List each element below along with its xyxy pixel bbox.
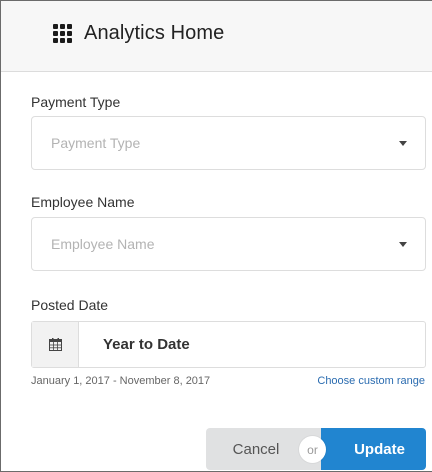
employee-name-placeholder: Employee Name: [51, 236, 155, 252]
panel-header: Analytics Home: [1, 1, 432, 72]
update-button[interactable]: Update: [321, 428, 426, 470]
date-icon-cell: [32, 322, 79, 367]
posted-date-value: Year to Date: [103, 336, 190, 353]
employee-name-label: Employee Name: [31, 194, 135, 210]
date-range-text: January 1, 2017 - November 8, 2017: [31, 375, 211, 387]
payment-type-placeholder: Payment Type: [51, 135, 141, 151]
posted-date-label: Posted Date: [31, 297, 109, 313]
payment-type-label: Payment Type: [31, 94, 121, 110]
calendar-icon: [48, 338, 62, 351]
payment-type-dropdown[interactable]: Payment Type: [31, 116, 426, 170]
or-divider: or: [299, 436, 326, 463]
grid-icon[interactable]: [53, 24, 73, 44]
choose-custom-range-link[interactable]: Choose custom range: [317, 375, 425, 387]
caret-down-icon: [399, 141, 407, 146]
posted-date-picker[interactable]: Year to Date: [31, 321, 426, 368]
employee-name-dropdown[interactable]: Employee Name: [31, 217, 426, 271]
analytics-filter-panel: Analytics Home Payment Type Payment Type…: [0, 0, 432, 472]
page-title: Analytics Home: [84, 21, 225, 44]
caret-down-icon: [399, 242, 407, 247]
